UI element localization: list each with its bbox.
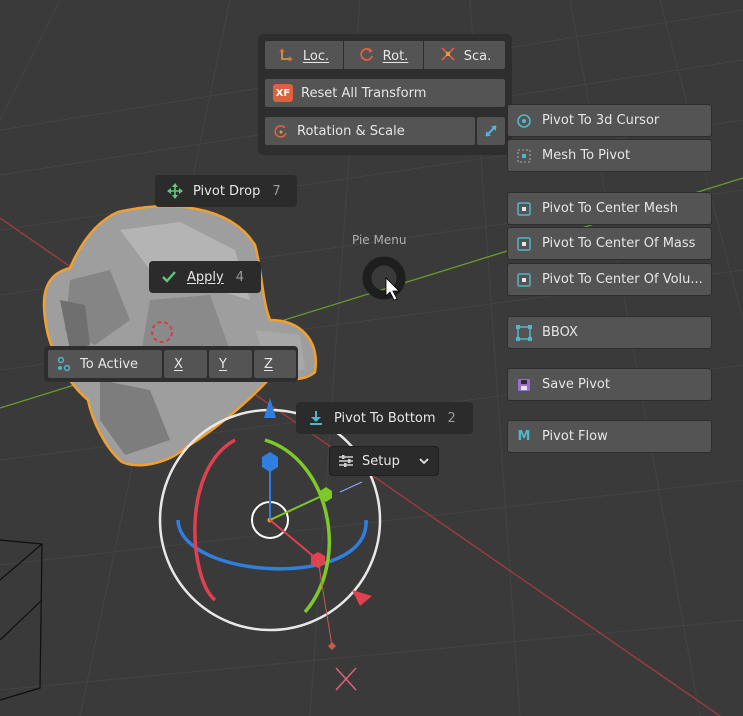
loc-button[interactable]: Loc. bbox=[265, 41, 344, 69]
xf-icon: XF bbox=[273, 84, 293, 102]
mesh-pivot-icon bbox=[516, 148, 532, 164]
loc-icon bbox=[279, 46, 295, 66]
axis-x-button[interactable]: X bbox=[163, 349, 208, 379]
bbox-icon bbox=[516, 324, 532, 341]
save-pivot-button[interactable]: Save Pivot bbox=[507, 368, 712, 401]
save-icon bbox=[516, 377, 532, 393]
rot-button[interactable]: Rot. bbox=[344, 41, 424, 69]
center-dot-icon bbox=[516, 236, 532, 252]
diagonal-arrow-icon bbox=[485, 125, 497, 137]
pivot-to-3d-cursor-button[interactable]: Pivot To 3d Cursor bbox=[507, 104, 712, 137]
move-arrows-icon bbox=[167, 183, 183, 199]
rotate-icon bbox=[359, 46, 375, 66]
rotation-scale-button[interactable]: Rotation & Scale bbox=[264, 116, 476, 146]
sliders-icon bbox=[338, 453, 354, 469]
download-arrow-icon bbox=[308, 410, 324, 426]
sca-button[interactable]: Sca. bbox=[424, 41, 505, 69]
checkmark-icon bbox=[161, 269, 177, 285]
apply-button[interactable]: Apply 4 bbox=[149, 261, 261, 293]
expand-arrow-button[interactable] bbox=[476, 116, 506, 146]
pivot-to-center-mesh-button[interactable]: Pivot To Center Mesh bbox=[507, 192, 712, 225]
pivot-flow-button[interactable]: M Pivot Flow bbox=[507, 420, 712, 453]
rotation-scale-icon bbox=[273, 123, 289, 139]
transform-row: Loc. Rot. Sca. bbox=[264, 40, 506, 70]
chevron-down-icon bbox=[418, 455, 430, 467]
cursor-target-icon bbox=[516, 113, 532, 129]
pie-menu-label: Pie Menu bbox=[352, 233, 407, 247]
pivot-drop-button[interactable]: Pivot Drop 7 bbox=[155, 175, 297, 207]
suzanne-mesh bbox=[42, 205, 318, 467]
transform-gizmo[interactable] bbox=[158, 398, 382, 691]
setup-dropdown[interactable]: Setup bbox=[329, 446, 439, 476]
center-dot-icon bbox=[516, 272, 532, 288]
bbox-button[interactable]: BBOX bbox=[507, 316, 712, 349]
mesh-to-pivot-button[interactable]: Mesh To Pivot bbox=[507, 139, 712, 172]
axis-z-button[interactable]: Z bbox=[253, 349, 297, 379]
scale-icon bbox=[440, 46, 456, 66]
pivot-to-center-of-mass-button[interactable]: Pivot To Center Of Mass bbox=[507, 227, 712, 260]
center-dot-icon bbox=[516, 201, 532, 217]
to-active-icon bbox=[56, 356, 72, 372]
reset-all-transform-button[interactable]: XF Reset All Transform bbox=[264, 78, 506, 108]
axis-y-button[interactable]: Y bbox=[208, 349, 253, 379]
pivot-flow-icon: M bbox=[517, 429, 531, 444]
pivot-to-bottom-button[interactable]: Pivot To Bottom 2 bbox=[296, 402, 473, 434]
to-active-button[interactable]: To Active bbox=[47, 349, 163, 379]
pivot-to-center-of-volume-button[interactable]: Pivot To Center Of Volu... bbox=[507, 263, 712, 296]
